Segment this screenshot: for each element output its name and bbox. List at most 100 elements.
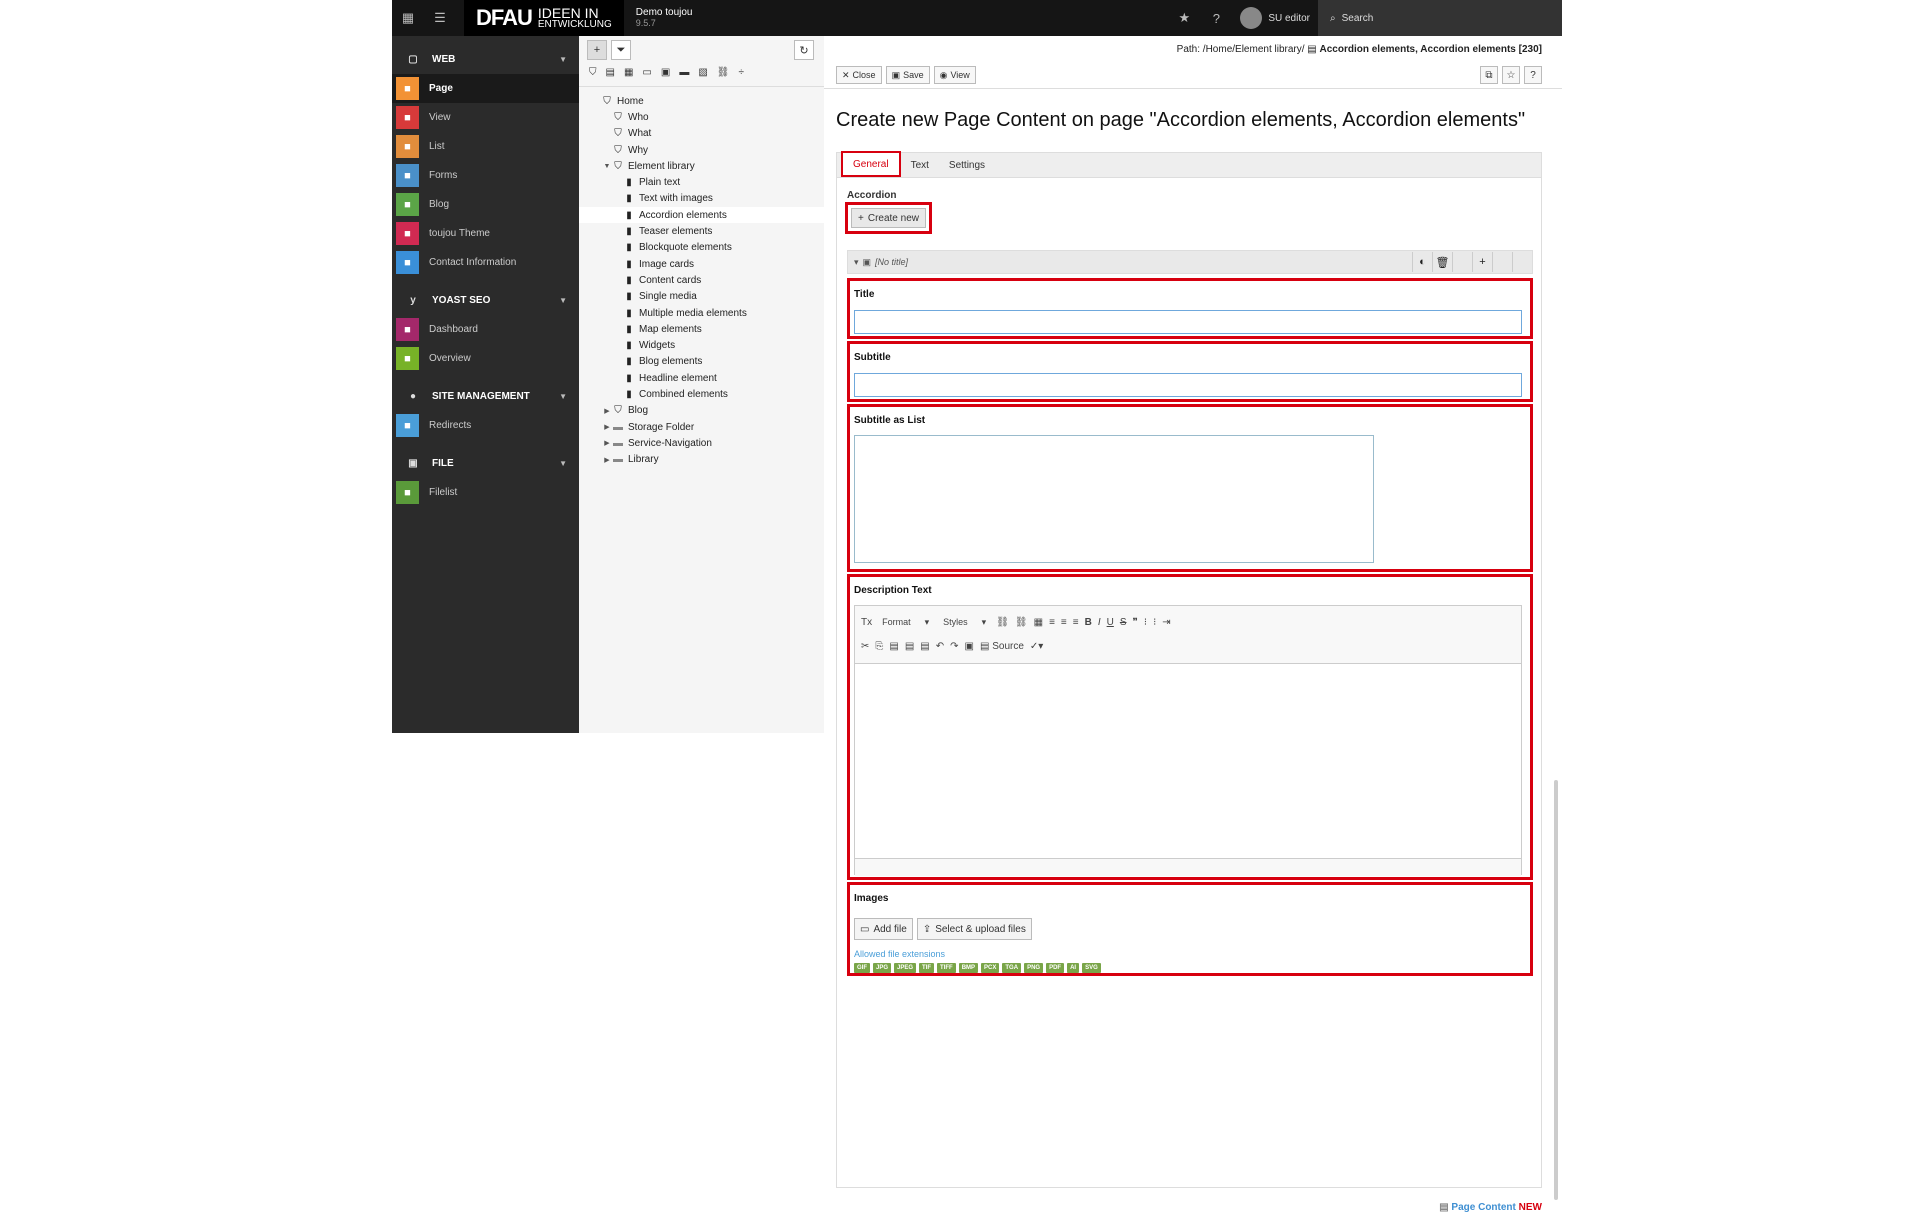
recycler-type-icon[interactable]: ▧ xyxy=(698,67,707,78)
grid-type-icon[interactable]: ▦ xyxy=(624,67,633,78)
module-item-view[interactable]: ■ View xyxy=(392,103,579,132)
toggle-visibility-icon[interactable]: ◐ xyxy=(1412,252,1432,272)
align-center-icon[interactable]: ≡ xyxy=(1061,617,1067,628)
search-field[interactable]: ⌕ Search xyxy=(1318,0,1562,36)
module-item-contact-information[interactable]: ■ Contact Information xyxy=(392,248,579,277)
unlink-icon[interactable]: ⛓ xyxy=(1015,617,1028,628)
divider-icon[interactable]: ÷ xyxy=(738,67,744,78)
tree-node[interactable]: ▮ Combined elements xyxy=(579,386,824,402)
align-right-icon[interactable]: ≡ xyxy=(1073,617,1079,628)
subtitle-list-textarea[interactable] xyxy=(854,435,1374,563)
tree-toggle-icon[interactable]: ▶ xyxy=(602,439,612,447)
subtitle-input[interactable] xyxy=(854,373,1522,397)
tree-toggle-icon[interactable]: ▶ xyxy=(602,456,612,464)
tree-node[interactable]: ▶ ▬ Storage Folder xyxy=(579,419,824,435)
user-menu[interactable]: SU editor xyxy=(1232,7,1318,29)
tree-node[interactable]: ▮ Blog elements xyxy=(579,354,824,370)
refresh-icon[interactable]: ↻ xyxy=(794,40,814,60)
tree-node[interactable]: ▮ Widgets xyxy=(579,337,824,353)
help-icon[interactable]: ? xyxy=(1524,66,1542,84)
module-group-site-management[interactable]: ● SITE MANAGEMENT ▼ xyxy=(392,381,579,411)
strikethrough-icon[interactable]: S xyxy=(1120,617,1127,628)
paste-icon[interactable]: ▤ xyxy=(889,641,898,652)
module-item-filelist[interactable]: ■ Filelist xyxy=(392,478,579,507)
tab-text[interactable]: Text xyxy=(901,153,939,177)
special-char-icon[interactable]: ▣ xyxy=(965,641,974,652)
italic-icon[interactable]: I xyxy=(1098,617,1101,628)
tree-node[interactable]: ▮ Headline element xyxy=(579,370,824,386)
link-icon[interactable]: ⛓ xyxy=(996,617,1009,628)
tree-node[interactable]: ▮ Blockquote elements xyxy=(579,240,824,256)
chevron-down-icon[interactable]: ▾ xyxy=(854,257,859,268)
underline-icon[interactable]: U xyxy=(1107,617,1114,628)
blockquote-icon[interactable]: ❞ xyxy=(1133,617,1138,628)
module-item-overview[interactable]: ■ Overview xyxy=(392,344,579,373)
cut-icon[interactable]: ✂ xyxy=(861,641,869,652)
view-button[interactable]: ◉ View xyxy=(933,66,976,84)
module-item-dashboard[interactable]: ■ Dashboard xyxy=(392,315,579,344)
scrollbar[interactable] xyxy=(1554,780,1558,1200)
tree-node[interactable]: ⛉ Home xyxy=(579,93,824,109)
module-item-list[interactable]: ■ List xyxy=(392,132,579,161)
module-item-redirects[interactable]: ■ Redirects xyxy=(392,411,579,440)
table-icon[interactable]: ▦ xyxy=(1034,617,1043,628)
tab-general[interactable]: General xyxy=(841,151,901,177)
undo-icon[interactable]: ↶ xyxy=(936,641,944,652)
select-upload-button[interactable]: ⇪ Select & upload files xyxy=(916,918,1032,940)
rte-resize-bar[interactable] xyxy=(855,858,1521,876)
title-input[interactable] xyxy=(854,310,1522,334)
tree-node[interactable]: ⛉ What xyxy=(579,126,824,142)
module-item-forms[interactable]: ■ Forms xyxy=(392,161,579,190)
tree-node[interactable]: ▮ Single media xyxy=(579,289,824,305)
indent-icon[interactable]: ⇥ xyxy=(1162,617,1170,628)
module-item-page[interactable]: ■ Page xyxy=(392,74,579,103)
shortcut-type-icon[interactable]: ▣ xyxy=(661,67,670,78)
bookmark-icon[interactable]: ☆ xyxy=(1502,66,1520,84)
bullet-list-icon[interactable]: ⁝ xyxy=(1153,617,1156,628)
tree-node[interactable]: ⛉ Why xyxy=(579,142,824,158)
help-icon[interactable]: ? xyxy=(1200,0,1232,36)
save-button[interactable]: ▣ Save xyxy=(885,66,930,84)
module-menu-toggle-icon[interactable]: ☰ xyxy=(424,0,456,36)
tree-node[interactable]: ▮ Plain text xyxy=(579,174,824,190)
apps-grid-icon[interactable]: ▦ xyxy=(392,0,424,36)
tree-node[interactable]: ▶ ▬ Service-Navigation xyxy=(579,435,824,451)
link-icon[interactable]: ⛓ xyxy=(717,67,730,78)
tree-node[interactable]: ▮ Multiple media elements xyxy=(579,305,824,321)
add-file-button[interactable]: ▭ Add file xyxy=(854,918,913,940)
tree-node[interactable]: ▮ Content cards xyxy=(579,272,824,288)
module-group-yoast[interactable]: y YOAST SEO ▼ xyxy=(392,285,579,315)
paste-text-icon[interactable]: ▤ xyxy=(905,641,914,652)
tree-node[interactable]: ▶ ▬ Library xyxy=(579,452,824,468)
spellcheck-icon[interactable]: ✓▾ xyxy=(1030,641,1043,652)
add-icon[interactable]: + xyxy=(1472,252,1492,272)
module-item-blog[interactable]: ■ Blog xyxy=(392,190,579,219)
close-button[interactable]: ✕ Close xyxy=(836,66,882,84)
folder-type-icon[interactable]: ▬ xyxy=(679,67,689,78)
tree-node[interactable]: ▮ Text with images xyxy=(579,191,824,207)
paste-word-icon[interactable]: ▤ xyxy=(920,641,929,652)
module-item-toujou-theme[interactable]: ■ toujou Theme xyxy=(392,219,579,248)
tree-node[interactable]: ⛉ Who xyxy=(579,109,824,125)
tree-node[interactable]: ▮ Image cards xyxy=(579,256,824,272)
tree-node[interactable]: ▼ ⛉ Element library xyxy=(579,158,824,174)
open-new-window-icon[interactable]: ⧉ xyxy=(1480,66,1498,84)
page-type-icon[interactable]: ⛉ xyxy=(589,67,597,78)
tree-node[interactable]: ▶ ⛉ Blog xyxy=(579,403,824,419)
inline-record-header[interactable]: ▾ ▣ [No title] ◐ 🗑 + xyxy=(847,250,1533,274)
create-new-button[interactable]: + Create new xyxy=(851,208,926,228)
copy-icon[interactable]: ⎘ xyxy=(875,641,883,652)
styles-select[interactable]: Styles ▾ xyxy=(939,614,990,630)
redo-icon[interactable]: ↷ xyxy=(950,641,958,652)
module-group-web[interactable]: ▢ WEB ▼ xyxy=(392,44,579,74)
delete-icon[interactable]: 🗑 xyxy=(1432,252,1452,272)
tree-node[interactable]: ▮ Accordion elements xyxy=(579,207,824,224)
module-group-file[interactable]: ▣ FILE ▼ xyxy=(392,448,579,478)
bold-icon[interactable]: B xyxy=(1085,617,1092,628)
link-type-icon[interactable]: ▭ xyxy=(642,67,651,78)
tree-toggle-icon[interactable]: ▼ xyxy=(602,163,612,170)
remove-format-icon[interactable]: Tx xyxy=(861,617,872,628)
new-page-icon[interactable]: + xyxy=(587,40,607,60)
align-left-icon[interactable]: ≡ xyxy=(1049,617,1055,628)
tree-node[interactable]: ▮ Map elements xyxy=(579,321,824,337)
